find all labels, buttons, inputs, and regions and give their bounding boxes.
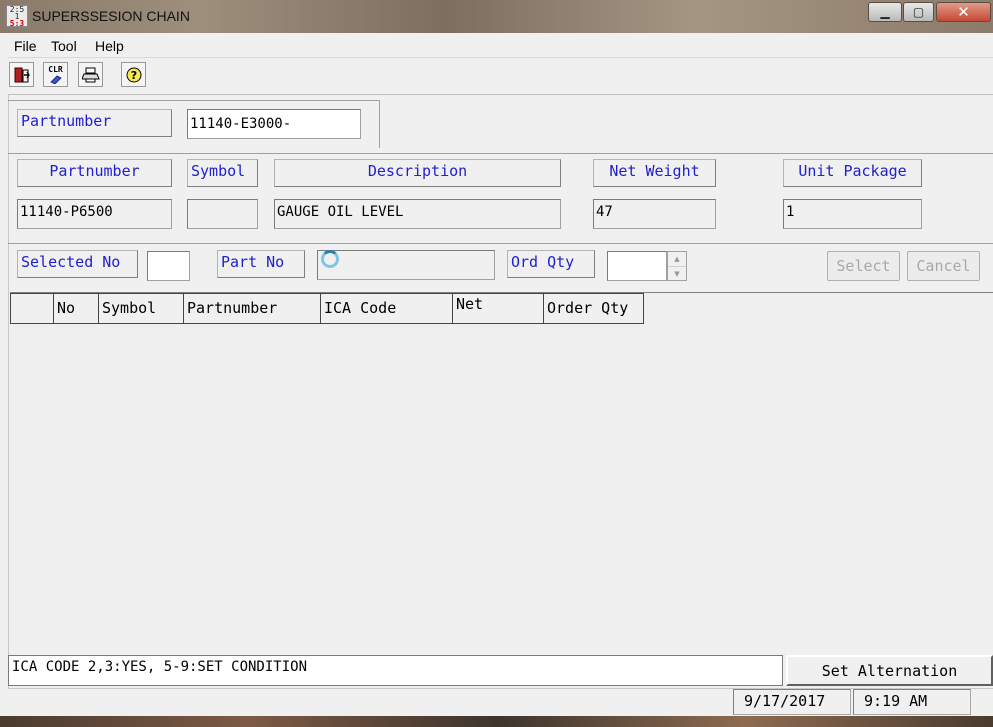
- detail-partnumber-value: 11140-P6500: [17, 199, 172, 229]
- desktop-background-strip: [0, 716, 993, 727]
- menu-bar: File Tool Help: [8, 35, 993, 58]
- supersession-grid[interactable]: No Symbol Partnumber ICA Code Net Order …: [10, 292, 993, 648]
- menu-help[interactable]: Help: [95, 38, 124, 54]
- stepper-up-icon[interactable]: ▲: [668, 252, 686, 267]
- app-icon: 2:5 1 5:3: [6, 5, 28, 28]
- search-group-top-border: [8, 100, 380, 101]
- grid-col-order-qty[interactable]: Order Qty: [544, 293, 644, 324]
- grid-col-partnumber[interactable]: Partnumber: [184, 293, 321, 324]
- grid-col-no[interactable]: No: [54, 293, 99, 324]
- detail-symbol-value: [187, 199, 258, 229]
- clear-label: CLR: [48, 64, 63, 74]
- loading-spinner-icon: [321, 250, 339, 268]
- status-date: 9/17/2017: [733, 689, 851, 715]
- menu-file[interactable]: File: [14, 38, 37, 54]
- ord-qty-input[interactable]: [607, 251, 667, 281]
- detail-description-label: Description: [274, 159, 561, 187]
- set-alternation-button[interactable]: Set Alternation: [786, 655, 993, 686]
- part-no-label: Part No: [217, 250, 305, 278]
- toolbar: CLR ?: [8, 58, 993, 95]
- window-title: SUPERSSESION CHAIN: [32, 8, 190, 24]
- detail-net-weight-value: 47: [593, 199, 716, 229]
- stepper-down-icon[interactable]: ▼: [668, 267, 686, 281]
- detail-description-value: GAUGE OIL LEVEL: [274, 199, 561, 229]
- selected-no-input[interactable]: [147, 251, 190, 281]
- selection-group-top-border: [8, 243, 993, 244]
- detail-partnumber-label: Partnumber: [17, 159, 172, 187]
- app-icon-line-3: 5:3: [9, 19, 25, 28]
- select-button[interactable]: Select: [827, 251, 900, 281]
- grid-col-net[interactable]: Net: [453, 293, 544, 324]
- help-button[interactable]: ?: [121, 62, 146, 87]
- clear-button[interactable]: CLR: [43, 62, 68, 87]
- help-question-icon: ?: [126, 67, 141, 82]
- grid-col-ica-code[interactable]: ICA Code: [321, 293, 453, 324]
- search-partnumber-label: Partnumber: [17, 109, 172, 137]
- ord-qty-label: Ord Qty: [507, 250, 595, 278]
- status-time: 9:19 AM: [853, 689, 971, 715]
- ord-qty-stepper[interactable]: ▲ ▼: [667, 251, 687, 281]
- maximize-icon: ▢: [912, 5, 925, 19]
- minimize-icon: ▁: [880, 5, 890, 19]
- selected-no-label: Selected No: [17, 250, 138, 278]
- content-left-border: [8, 94, 9, 689]
- maximize-button[interactable]: ▢: [903, 2, 934, 22]
- printer-icon: [81, 67, 100, 82]
- part-no-input[interactable]: [317, 250, 495, 280]
- application-window: 2:5 1 5:3 SUPERSSESION CHAIN ▁ ▢ ✕ File …: [0, 0, 993, 727]
- detail-symbol-label: Symbol: [187, 159, 258, 187]
- title-bar[interactable]: 2:5 1 5:3 SUPERSSESION CHAIN ▁ ▢ ✕: [0, 0, 993, 33]
- detail-unit-package-label: Unit Package: [783, 159, 922, 187]
- detail-net-weight-label: Net Weight: [593, 159, 716, 187]
- grid-header: No Symbol Partnumber ICA Code Net Order …: [10, 293, 644, 324]
- print-button[interactable]: [78, 62, 103, 87]
- search-group-right-border: [379, 100, 380, 148]
- search-partnumber-input[interactable]: [187, 109, 361, 139]
- grid-col-selector[interactable]: [10, 293, 54, 324]
- minimize-button[interactable]: ▁: [868, 2, 902, 22]
- detail-unit-package-value: 1: [783, 199, 922, 229]
- ica-code-message: ICA CODE 2,3:YES, 5-9:SET CONDITION: [8, 655, 783, 686]
- detail-group-top-border: [8, 153, 993, 154]
- exit-button[interactable]: [9, 62, 34, 87]
- exit-door-icon: [14, 67, 30, 82]
- eraser-icon: [49, 75, 62, 84]
- svg-text:?: ?: [130, 69, 136, 82]
- menu-tool[interactable]: Tool: [51, 38, 77, 54]
- status-bar: 9/17/2017 9:19 AM: [8, 688, 993, 717]
- close-icon: ✕: [957, 3, 970, 21]
- close-button[interactable]: ✕: [936, 2, 991, 22]
- cancel-button[interactable]: Cancel: [907, 251, 980, 281]
- grid-col-symbol[interactable]: Symbol: [99, 293, 184, 324]
